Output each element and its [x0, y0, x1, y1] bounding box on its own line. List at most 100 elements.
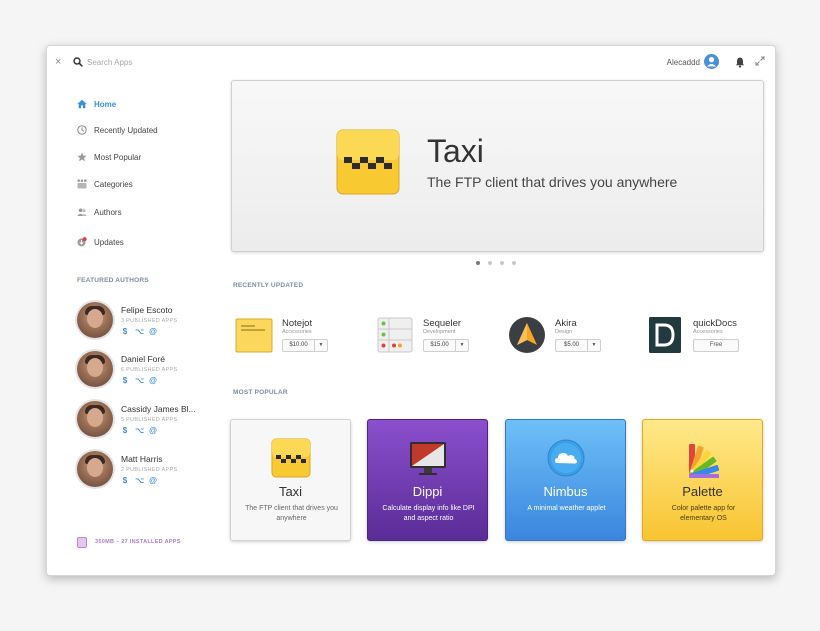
- chevron-down-icon[interactable]: ▼: [455, 340, 468, 351]
- installed-apps-icon: [77, 536, 87, 548]
- popular-card-dippi[interactable]: Dippi Calculate display info like DPI an…: [367, 419, 488, 541]
- author-app-count: 3 PUBLISHED APPS: [121, 318, 178, 324]
- popular-card-taxi[interactable]: Taxi The FTP client that drives you anyw…: [230, 419, 351, 541]
- dollar-icon[interactable]: $: [121, 327, 129, 336]
- card-description: Color palette app for elementary OS: [671, 505, 736, 522]
- avatar-face: [87, 458, 103, 477]
- dollar-icon[interactable]: $: [121, 376, 129, 385]
- author-avatar[interactable]: [77, 351, 113, 387]
- card-title: Nimbus: [543, 484, 588, 499]
- sidebar-item-label: Recently Updated: [94, 125, 158, 135]
- email-icon[interactable]: @: [149, 376, 157, 385]
- author-card[interactable]: Matt Harris 2 PUBLISHED APPS $ ⌥ @: [77, 451, 217, 491]
- app-name: Akira: [555, 318, 577, 329]
- expand-icon[interactable]: [755, 56, 765, 66]
- popular-card-nimbus[interactable]: Nimbus A minimal weather applet: [505, 419, 626, 541]
- color-swatch-icon: [689, 444, 720, 478]
- avatar-face: [87, 358, 103, 377]
- cloud-icon: [547, 439, 585, 477]
- sidebar-item-label: Updates: [94, 237, 124, 247]
- app-name: Sequeler: [423, 318, 462, 329]
- app-tile-quickdocs[interactable]: quickDocs Accessories Free: [646, 316, 775, 356]
- sidebar-item-categories[interactable]: Categories: [77, 176, 133, 192]
- app-category: Design: [555, 329, 573, 335]
- app-tile-sequeler[interactable]: Sequeler Development $15.00 ▼: [376, 316, 506, 356]
- sidebar-item-authors[interactable]: Authors: [77, 204, 122, 220]
- author-name[interactable]: Felipe Escoto: [121, 305, 217, 315]
- price-value: $15.00: [430, 342, 449, 348]
- author-card[interactable]: Daniel Foré 6 PUBLISHED APPS $ ⌥ @: [77, 351, 217, 391]
- author-card[interactable]: Cassidy James Bl... 5 PUBLISHED APPS $ ⌥…: [77, 401, 217, 441]
- email-icon[interactable]: @: [149, 327, 157, 336]
- price-button[interactable]: $10.00 ▼: [282, 339, 328, 352]
- dollar-icon[interactable]: $: [121, 476, 129, 485]
- dippi-monitor-icon: [410, 442, 446, 475]
- dollar-icon[interactable]: $: [121, 426, 129, 435]
- price-button[interactable]: $15.00 ▼: [423, 339, 469, 352]
- email-icon[interactable]: @: [149, 476, 157, 485]
- app-category: Development: [423, 329, 456, 335]
- sidebar-item-home[interactable]: Home: [77, 96, 116, 112]
- chevron-down-icon[interactable]: ▼: [587, 340, 600, 351]
- authors-icon: [77, 208, 87, 216]
- username-label[interactable]: Alecaddd: [667, 58, 700, 67]
- app-name: quickDocs: [693, 318, 737, 329]
- featured-authors-heading: FEATURED AUTHORS: [77, 277, 149, 284]
- card-title: Dippi: [412, 484, 443, 499]
- search-input[interactable]: [87, 57, 207, 67]
- updates-icon: [77, 237, 87, 247]
- app-tile-akira[interactable]: Akira Design $5.00 ▼: [508, 316, 638, 356]
- sidebar-item-label: Most Popular: [94, 152, 142, 162]
- avatar-face: [87, 309, 103, 328]
- user-avatar[interactable]: [704, 54, 719, 69]
- email-icon[interactable]: @: [149, 426, 157, 435]
- clock-icon: [77, 125, 87, 135]
- author-avatar[interactable]: [77, 451, 113, 487]
- close-icon[interactable]: ×: [55, 55, 65, 69]
- bell-icon[interactable]: [734, 56, 746, 68]
- author-avatar[interactable]: [77, 401, 113, 437]
- featured-banner[interactable]: Taxi The FTP client that drives you anyw…: [231, 80, 764, 252]
- app-window: × Alecaddd Home Recently Updated Most Po…: [46, 45, 776, 576]
- taxi-app-icon: [271, 438, 311, 478]
- card-description: Calculate display info like DPI and aspe…: [382, 505, 475, 522]
- author-avatar[interactable]: [77, 302, 113, 338]
- github-icon[interactable]: ⌥: [135, 327, 144, 336]
- quickdocs-icon: [649, 317, 681, 353]
- card-description: A minimal weather applet: [527, 505, 606, 512]
- carousel-dot[interactable]: [512, 261, 516, 265]
- star-icon: [77, 152, 87, 162]
- sidebar-item-updates[interactable]: Updates: [77, 234, 124, 250]
- app-tile-notejot[interactable]: Notejot Accessories $10.00 ▼: [235, 316, 365, 356]
- carousel-dot[interactable]: [500, 261, 504, 265]
- github-icon[interactable]: ⌥: [135, 476, 144, 485]
- free-button[interactable]: Free: [693, 339, 739, 352]
- carousel-dot[interactable]: [476, 261, 480, 265]
- installed-apps-label: 350MB – 27 INSTALLED APPS: [95, 539, 181, 545]
- user-icon: [707, 57, 716, 67]
- sidebar-item-most-popular[interactable]: Most Popular: [77, 149, 141, 165]
- author-card[interactable]: Felipe Escoto 3 PUBLISHED APPS $ ⌥ @: [77, 302, 217, 342]
- author-name[interactable]: Matt Harris: [121, 454, 217, 464]
- github-icon[interactable]: ⌥: [135, 426, 144, 435]
- popular-card-palette[interactable]: Palette Color palette app for elementary…: [642, 419, 763, 541]
- app-category: Accessories: [693, 329, 723, 335]
- carousel-dot[interactable]: [488, 261, 492, 265]
- banner-title: Taxi: [427, 133, 484, 169]
- home-icon: [77, 99, 87, 109]
- sidebar-item-recently-updated[interactable]: Recently Updated: [77, 122, 158, 138]
- search-box[interactable]: [73, 55, 207, 69]
- github-icon[interactable]: ⌥: [135, 376, 144, 385]
- header-bar: × Alecaddd: [47, 46, 775, 80]
- price-button[interactable]: $5.00 ▼: [555, 339, 601, 352]
- author-links: $ ⌥ @: [121, 426, 157, 435]
- sidebar: Home Recently Updated Most Popular Categ…: [47, 80, 227, 575]
- author-app-count: 5 PUBLISHED APPS: [121, 417, 178, 423]
- search-icon: [73, 57, 83, 67]
- avatar-face: [87, 408, 103, 427]
- author-name[interactable]: Cassidy James Bl...: [121, 404, 217, 414]
- author-name[interactable]: Daniel Foré: [121, 354, 217, 364]
- installed-apps-status[interactable]: 350MB – 27 INSTALLED APPS: [77, 535, 181, 549]
- chevron-down-icon[interactable]: ▼: [314, 340, 327, 351]
- notejot-icon: [235, 318, 273, 353]
